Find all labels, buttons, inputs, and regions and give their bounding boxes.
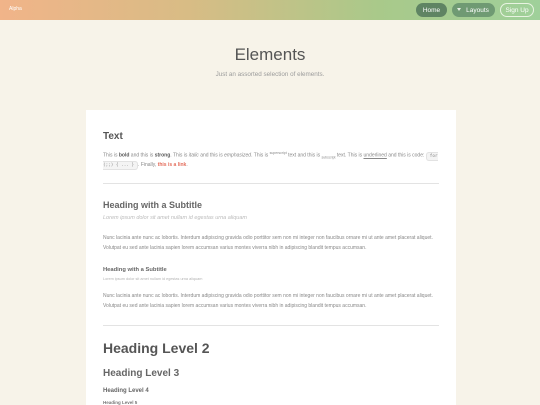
text-run: . [186,162,188,169]
heading-level-3: Heading Level 3 [103,368,180,379]
sample-link[interactable]: this is a link [158,162,187,168]
superscript-text: superscript [269,151,287,155]
emphasized-text: emphasized [224,152,252,159]
text-run: . This is [251,152,270,159]
underlined-text: underlined [363,152,387,159]
page-header: Elements Just an assorted selection of e… [0,45,540,78]
divider [103,325,439,326]
content-panel: Text This is bold and this is strong. Th… [86,110,456,405]
text-run: This is [103,152,119,159]
body-paragraph-2: Nunc lacinia ante nunc ac lobortis. Inte… [103,293,433,309]
text-run: and this is code: [386,152,426,159]
text-run: . Finally, [138,162,158,169]
small-subtitle-caption: Lorem ipsum dolor sit amet nullam id ege… [103,277,203,281]
chevron-down-icon [457,8,461,11]
subtitle-caption: Lorem ipsum dolor sit amet nullam id ege… [103,215,247,221]
text-sample-paragraph: This is bold and this is strong. This is… [103,150,439,171]
subtitle-heading: Heading with a Subtitle [103,200,203,210]
text-run: and this is [198,152,225,159]
small-subtitle-heading: Heading with a Subtitle [103,267,167,273]
page-title: Elements [234,45,306,64]
strong-text: strong [154,152,171,159]
text-run: . This is [170,152,189,159]
text-heading: Text [103,131,123,142]
subscript-text: subscript [321,155,336,160]
body-paragraph: Nunc lacinia ante nunc ac lobortis. Inte… [103,235,433,251]
text-run: text and this is [286,152,322,159]
italic-text: italic [188,152,199,159]
top-navbar: Alpha Home Layouts Sign Up [0,0,540,20]
divider [103,183,439,184]
heading-level-5: Heading Level 5 [103,400,138,405]
nav-layouts-label: Layouts [466,6,489,14]
page-subtitle: Just an assorted selection of elements. [215,71,325,78]
nav-home-button[interactable]: Home [416,3,447,17]
bold-text: bold [118,152,130,159]
nav-layouts-button[interactable]: Layouts [452,3,495,17]
nav-signup-button[interactable]: Sign Up [500,3,534,17]
brand-logo[interactable]: Alpha [9,6,22,12]
text-run: and this is [129,152,155,159]
text-run: text. This is [335,152,364,159]
heading-level-4: Heading Level 4 [103,388,149,394]
heading-level-2: Heading Level 2 [103,340,210,356]
